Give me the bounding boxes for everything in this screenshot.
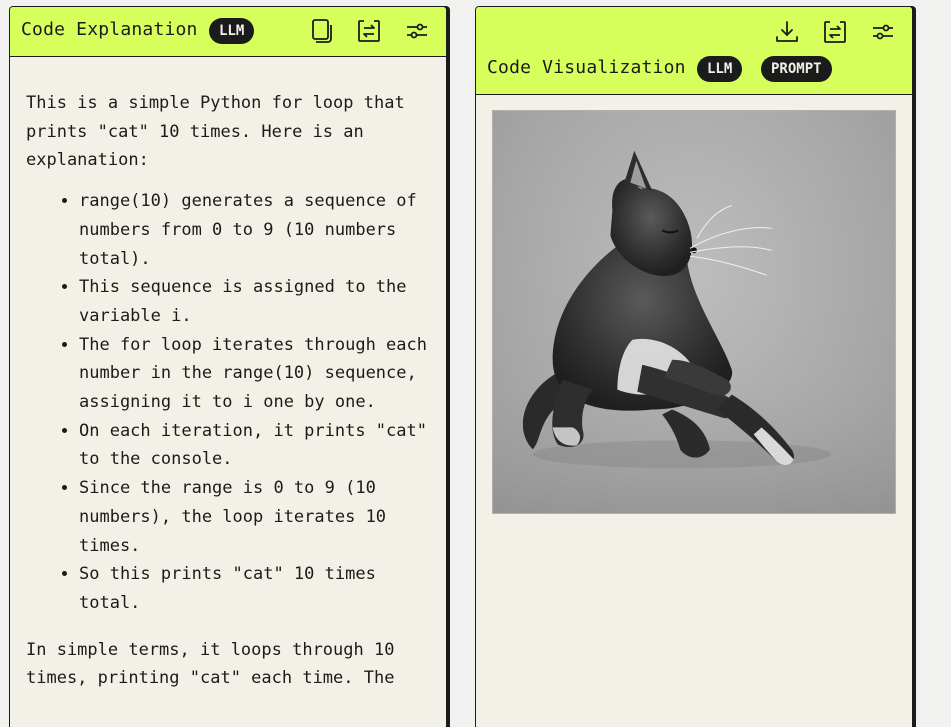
list-item: The for loop iterates through each numbe… <box>79 331 430 417</box>
generated-cat-image <box>492 110 896 514</box>
list-item: On each iteration, it prints "cat" to th… <box>79 417 430 474</box>
list-item: range(10) generates a sequence of number… <box>79 187 430 273</box>
panel-title: Code Visualization <box>487 57 686 78</box>
settings-sliders-icon[interactable] <box>403 17 431 45</box>
explanation-content: This is a simple Python for loop that pr… <box>10 89 446 693</box>
download-icon[interactable] <box>773 18 801 46</box>
list-item: Since the range is 0 to 9 (10 numbers), … <box>79 474 430 560</box>
settings-sliders-icon[interactable] <box>869 18 897 46</box>
llm-badge[interactable]: LLM <box>209 18 255 44</box>
code-explanation-header: Code Explanation LLM <box>10 7 446 57</box>
explanation-outro: In simple terms, it loops through 10 tim… <box>26 639 395 689</box>
swap-icon[interactable] <box>355 17 383 45</box>
llm-badge[interactable]: LLM <box>697 56 743 82</box>
cat-illustration <box>493 150 895 513</box>
swap-icon[interactable] <box>821 18 849 46</box>
explanation-intro: This is a simple Python for loop that pr… <box>26 93 405 171</box>
panel-title: Code Explanation <box>21 19 198 40</box>
code-explanation-panel: Code Explanation LLM This is a simple Py… <box>9 6 447 727</box>
copy-icon[interactable] <box>307 17 335 45</box>
code-visualization-panel: Code Visualization LLM PROMPT <box>475 6 913 727</box>
list-item: This sequence is assigned to the variabl… <box>79 273 430 330</box>
prompt-badge[interactable]: PROMPT <box>761 56 832 82</box>
code-visualization-header: Code Visualization LLM PROMPT <box>476 7 912 95</box>
list-item: So this prints "cat" 10 times total. <box>79 560 430 617</box>
explanation-list: range(10) generates a sequence of number… <box>26 187 430 618</box>
